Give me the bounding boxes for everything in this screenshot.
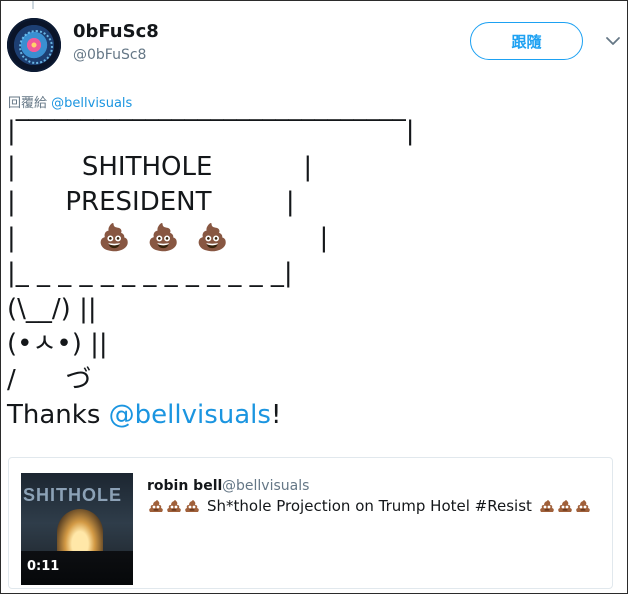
quoted-tweet[interactable]: SHITHOLE 0:11 robin bell @bellvisuals Sh…: [8, 457, 613, 589]
quoted-text-body: Sh*thole Projection on Trump Hotel #Resi…: [207, 497, 532, 515]
quoted-display-name[interactable]: robin bell: [147, 478, 222, 494]
thumbnail-sign-text: SHITHOLE: [23, 485, 123, 505]
pile-of-poo-icon: [149, 500, 163, 512]
avatar[interactable]: [7, 18, 61, 72]
display-name[interactable]: 0bFuSc8: [73, 21, 159, 42]
tweet-text: |‾‾‾‾‾‾‾‾‾‾‾‾‾‾‾‾‾‾‾‾‾‾‾‾‾‾‾‾‾‾| | SHITH…: [7, 114, 415, 434]
quoted-text: Sh*thole Projection on Trump Hotel #Resi…: [147, 497, 592, 515]
pile-of-poo-icon: [167, 500, 181, 512]
chevron-down-icon[interactable]: [605, 35, 621, 47]
reply-prefix: 回覆給: [8, 96, 48, 111]
pile-of-poo-icon: [576, 500, 590, 512]
quoted-handle[interactable]: @bellvisuals: [222, 478, 309, 494]
thanks-prefix: Thanks: [7, 400, 109, 430]
pile-of-poo-icon: [540, 500, 554, 512]
thread-connector: [32, 1, 34, 9]
video-thumbnail[interactable]: SHITHOLE 0:11: [21, 473, 133, 585]
follow-button[interactable]: 跟隨: [470, 22, 583, 60]
thanks-suffix: !: [270, 400, 282, 430]
reply-mention-link[interactable]: @bellvisuals: [51, 96, 132, 111]
video-duration: 0:11: [27, 559, 60, 574]
tweet-card: 0bFuSc8 @0bFuSc8 跟隨 回覆給 @bellvisuals |‾‾…: [0, 0, 628, 594]
pile-of-poo-icon: [558, 500, 572, 512]
user-handle[interactable]: @0bFuSc8: [73, 47, 146, 63]
reply-context: 回覆給 @bellvisuals: [8, 92, 132, 111]
pile-of-poo-icon: [185, 500, 199, 512]
ascii-art: |‾‾‾‾‾‾‾‾‾‾‾‾‾‾‾‾‾‾‾‾‾‾‾‾‾‾‾‾‾‾| | SHITH…: [7, 116, 415, 395]
thanks-mention-link[interactable]: @bellvisuals: [109, 400, 271, 430]
